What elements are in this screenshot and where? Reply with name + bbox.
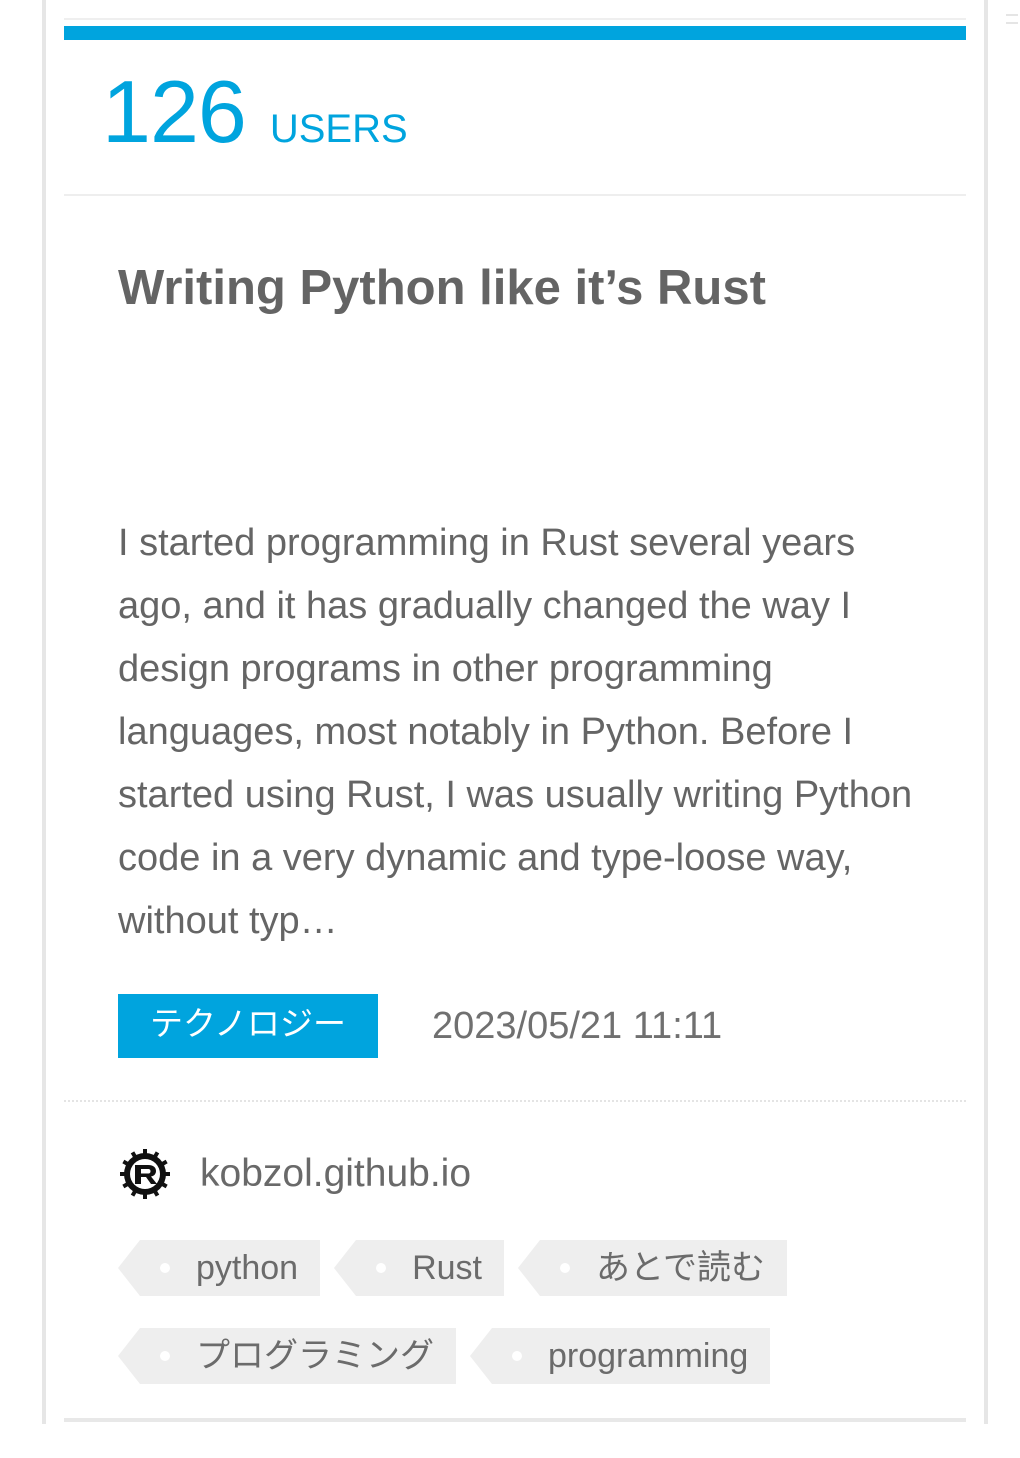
tag-hole-icon: [512, 1351, 522, 1361]
tag-hole-icon: [160, 1263, 170, 1273]
tag-hole-icon: [160, 1351, 170, 1361]
entry-meta: テクノロジー 2023/05/21 11:11: [118, 994, 722, 1058]
tag-label: Rust: [412, 1249, 483, 1287]
tag-label: あとで読む: [596, 1249, 765, 1287]
tag-item[interactable]: Rust: [356, 1240, 505, 1296]
rust-logo-icon: [118, 1147, 172, 1201]
entry-summary: I started programming in Rust several ye…: [118, 522, 913, 942]
users-count: 126: [102, 62, 247, 161]
tag-label: python: [196, 1249, 299, 1287]
tag-item[interactable]: programming: [492, 1328, 771, 1384]
tag-list: python Rust あとで読む プログラミング programming: [118, 1240, 918, 1384]
source-domain: kobzol.github.io: [200, 1152, 472, 1195]
entry-title-link[interactable]: Writing Python like it’s Rust: [118, 256, 918, 320]
source-domain-link[interactable]: kobzol.github.io: [118, 1144, 471, 1204]
divider: [64, 18, 966, 20]
tag-item[interactable]: python: [140, 1240, 321, 1296]
entry-card: 126 USERS Writing Python like it’s Rust …: [64, 0, 966, 1424]
tag-label: programming: [548, 1337, 749, 1375]
scroll-handle-icon: [1006, 14, 1018, 24]
tag-item[interactable]: あとで読む: [540, 1240, 787, 1296]
users-label: USERS: [269, 107, 408, 151]
tag-item[interactable]: プログラミング: [140, 1328, 456, 1384]
accent-bar: [64, 26, 966, 40]
entry-date: 2023/05/21 11:11: [432, 1004, 723, 1047]
tag-hole-icon: [560, 1263, 571, 1273]
tag-label: プログラミング: [196, 1337, 434, 1375]
divider: [64, 1418, 966, 1422]
tag-hole-icon: [376, 1263, 387, 1273]
category-badge[interactable]: テクノロジー: [118, 994, 378, 1058]
divider: [64, 194, 966, 196]
bookmark-users-link[interactable]: 126 USERS: [102, 62, 408, 162]
divider: [64, 1100, 966, 1102]
